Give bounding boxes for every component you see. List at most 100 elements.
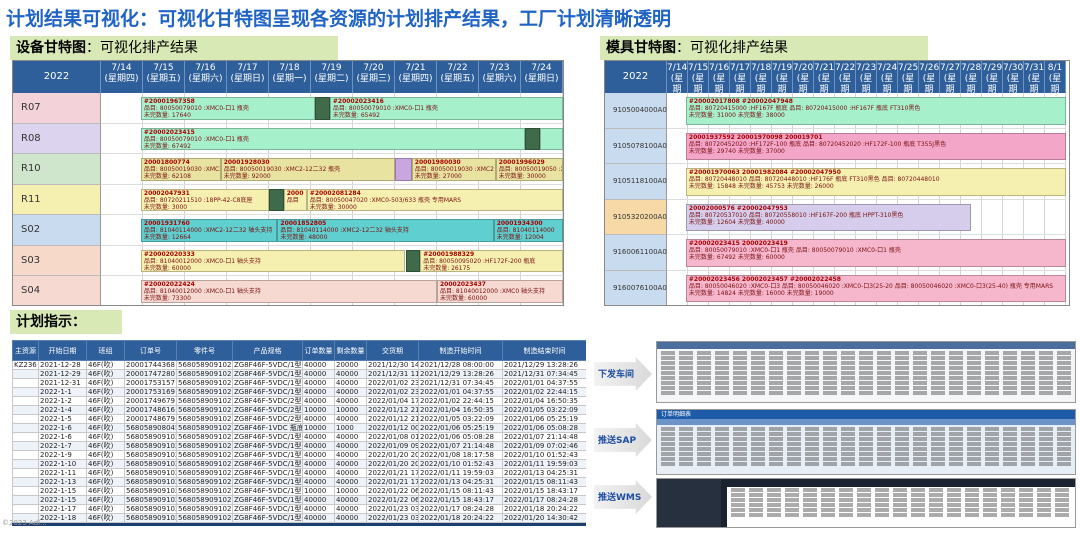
- equipment-gantt-task-bar[interactable]: #20002023415 品目: 80050079010 :XMC0-口1 瓶壳未…: [140, 127, 526, 150]
- mold-gantt-task-bar[interactable]: #20002023415 20002023419 品目: 80050079010 …: [685, 239, 1066, 267]
- screenshot-row-line: [661, 447, 1071, 451]
- equipment-gantt-task-bar-text: 未完数量: 27000: [414, 173, 462, 180]
- table-row[interactable]: 2022-1-5 46F(吹) 20001748679 568058909102 ZG8…: [12, 414, 586, 424]
- mold-gantt-task-bar[interactable]: #20002023456 20002023457 #20002022458 品目:…: [685, 274, 1066, 302]
- equipment-gantt-row-label[interactable]: R10: [13, 154, 101, 185]
- equipment-gantt-task-bar[interactable]: 2000 品目: [283, 188, 307, 211]
- equipment-gantt-task-bar[interactable]: [525, 127, 540, 150]
- mold-gantt-row-label[interactable]: 9160061100A0: [605, 235, 667, 271]
- equipment-gantt-row-label[interactable]: S04: [13, 276, 101, 305]
- equipment-gantt-task-bar[interactable]: [405, 249, 421, 272]
- equipment-gantt-task-bar[interactable]: 20001800774品目: 80050019030 :XMC2-12二32 瓶…: [140, 158, 221, 181]
- table-row[interactable]: 2022-1-1 46F(吹) 20001753169 568058909102 ZG8…: [12, 387, 586, 397]
- equipment-gantt-task-bar[interactable]: #20002023416 品目: 80050079010 :XMC0-口1 瓶壳未…: [329, 97, 563, 120]
- table-row[interactable]: 2022-1-646F(吹)568058908045-1568058909102…: [12, 423, 586, 433]
- table-row[interactable]: KZ236 2021-12-28 46F(吹) 20001744368 56805890…: [12, 360, 586, 370]
- equipment-gantt-task-bar[interactable]: [315, 97, 330, 120]
- table-cell: 2021-12-31: [38, 378, 87, 388]
- equipment-gantt-task-bar-text: 品目: 80050019030 :XMC2-12二32 瓶壳: [223, 166, 341, 173]
- equipment-gantt-task-bar[interactable]: [395, 158, 412, 181]
- mold-gantt-row-label[interactable]: 9105078100A0: [605, 128, 667, 164]
- table-cell: ZG8F46F-5VDC/1型: [232, 495, 303, 505]
- table-cell: 2022/01/15 18:43:17: [418, 495, 503, 505]
- table-row[interactable]: 2022-1-1146F(吹)568058909102-205680589091…: [12, 468, 586, 478]
- table-cell: 46F(吹): [86, 396, 125, 406]
- table-row[interactable]: 2022-1-646F(吹)568058909102-9568058909102…: [12, 432, 586, 442]
- equipment-gantt-task-bar[interactable]: [539, 127, 563, 150]
- instruction-column-header[interactable]: 剩余数量: [334, 340, 367, 361]
- equipment-gantt-task-bar[interactable]: #20001988329 品目: 80050095020 :HF172F-200 …: [420, 249, 563, 272]
- equipment-gantt-task-bar[interactable]: [269, 188, 284, 211]
- instruction-column-header[interactable]: 交货期: [366, 340, 419, 361]
- table-row[interactable]: 2022-1-4 46F(吹) 20001748616 568058909102 ZG8…: [12, 405, 586, 415]
- instruction-column-header[interactable]: 主资源: [12, 340, 39, 361]
- table-cell: [12, 468, 39, 478]
- equipment-gantt-task-bar[interactable]: 20001996029品目: 80050019050 :XMC2未完数量: 30…: [495, 158, 563, 181]
- equipment-gantt-task-bar[interactable]: #20002022424 品目: 81040012000 :XMC0-口1 轴头支…: [140, 280, 437, 303]
- table-cell: 2022/01/02 23:: [366, 378, 419, 388]
- table-cell: [12, 396, 39, 406]
- table-cell: 2022/01/23 03:: [366, 513, 419, 523]
- instruction-column-header[interactable]: 产品规格: [232, 340, 303, 361]
- equipment-gantt-row-label[interactable]: R08: [13, 123, 101, 154]
- instruction-column-header[interactable]: 制造结束时间: [502, 340, 586, 361]
- push-wms-arrow[interactable]: 推送WMS: [594, 480, 652, 514]
- instruction-column-header[interactable]: 班组: [86, 340, 125, 361]
- equipment-gantt-task-bar[interactable]: 20002047931 品目: 80720211510 :18PP-42-C8底座…: [140, 188, 269, 211]
- equipment-gantt-task-bar[interactable]: 20001934300 品目: 81040114000 未完数量: 12004: [493, 219, 563, 242]
- instruction-column-header[interactable]: 制造开始时间: [418, 340, 503, 361]
- table-cell: 568058909102-22: [124, 513, 177, 523]
- instruction-column-header[interactable]: 零件号: [176, 340, 233, 361]
- table-row[interactable]: 2022-1-2 46F(吹) 20001749679 568058909102 ZG8…: [12, 396, 586, 406]
- table-cell: 40000: [334, 477, 367, 487]
- equipment-gantt-task-bar-text: #20001988329: [423, 250, 475, 258]
- table-row[interactable]: 2022-1-1746F(吹)568058909102-225680589091…: [12, 504, 586, 514]
- equipment-gantt-task-bar[interactable]: #20001967358 品目: 80050079010 :XMC0-口1 瓶壳未…: [140, 97, 316, 120]
- equipment-gantt-task-bar[interactable]: 20001852805 品目: 81040114000 :XMC2-12二32 轴…: [277, 219, 494, 242]
- table-cell: 46F(吹): [86, 513, 125, 523]
- table-row[interactable]: 2022-1-746F(吹)568058909102-9568058909102…: [12, 441, 586, 451]
- mold-gantt-row-label[interactable]: 9105004000A0: [605, 93, 667, 129]
- table-row[interactable]: 2022-1-1546F(吹)568058909102-215680589091…: [12, 486, 586, 496]
- mold-gantt-chart[interactable]: 2022 7/14 (星期四)7/15 (星期五)7/16 (星期六)7/17 …: [604, 60, 1070, 306]
- equipment-gantt-row-label[interactable]: R11: [13, 184, 101, 215]
- mold-gantt-task-bar[interactable]: 20001937592 20001970098 200019701 品目: 80…: [685, 132, 1066, 160]
- equipment-gantt-task-bar[interactable]: 20002023437 品目: 81040012000 :XMC0 轴头支持 未完数…: [437, 280, 563, 303]
- table-row[interactable]: 2022-1-1046F(吹)568058909102-195680589091…: [12, 459, 586, 469]
- mold-gantt-row-label[interactable]: 9160076100A0: [605, 270, 667, 305]
- instruction-table[interactable]: 主资源 开始日期 班组 订单号 零件号 产品规格 订单数量 剩余数量 交货期 制造开始时间 制造结束…: [12, 340, 586, 526]
- table-row[interactable]: 2022-1-946F(吹)568058909102-1956805890910…: [12, 450, 586, 460]
- mold-gantt-task-bar[interactable]: 20002000576 #20002047953 品目: 80720537010 …: [685, 203, 972, 231]
- table-cell: ZG8F46F-5VDC/1型: [232, 513, 303, 523]
- equipment-gantt-row-label[interactable]: R07: [13, 93, 101, 124]
- screenshot-row-line: [661, 452, 1071, 456]
- instruction-column-header[interactable]: 开始日期: [38, 340, 87, 361]
- equipment-gantt-task-bar[interactable]: 20001928030 品目: 80050019030 :XMC2-12二32 瓶…: [220, 158, 395, 181]
- table-cell: 568058909102: [176, 414, 233, 424]
- equipment-gantt-task-bar[interactable]: 20001931760 品目: 81040114000 :XMC2-12二32 轴…: [140, 219, 278, 242]
- push-sap-arrow[interactable]: 推送SAP: [594, 423, 652, 457]
- table-row[interactable]: 2021-12-31 46F(吹) 20001753157 568058909102 Z…: [12, 378, 586, 388]
- table-row[interactable]: 2022-1-1346F(吹)568058909102-205680589091…: [12, 477, 586, 487]
- equipment-gantt-task-bar[interactable]: 20001980030 品目: 80050019030 :XMC2 未完数量: 27…: [411, 158, 496, 181]
- table-cell: 568058909102: [176, 432, 233, 442]
- equipment-gantt-chart[interactable]: 2022 7/14 (星期四) 7/15 (星期五) 7/16 (星期六) 7/17 …: [12, 60, 564, 306]
- mold-gantt-row-label[interactable]: 9105118100A0: [605, 164, 667, 200]
- equipment-gantt-task-bar[interactable]: #20002020333 品目: 81040012000 :XMC0-口1 轴头支…: [140, 249, 406, 272]
- push-workshop-arrow[interactable]: 下发车间: [594, 357, 652, 391]
- equipment-gantt-task-bar-text: 品目: [286, 196, 299, 204]
- equipment-gantt-row-label[interactable]: S03: [13, 245, 101, 276]
- mold-gantt-row-label[interactable]: 9105320200A0: [605, 199, 667, 235]
- table-row[interactable]: 2022-1-1546F(吹)568058909102-215680589091…: [12, 495, 586, 505]
- equipment-gantt-date-header: 7/14 (星期四): [101, 61, 143, 93]
- instruction-column-header[interactable]: 订单数量: [302, 340, 335, 361]
- table-row[interactable]: 2021-12-29 46F(吹) 20001747280 568058909102 Z…: [12, 369, 586, 379]
- equipment-gantt-row-label[interactable]: S02: [13, 215, 101, 246]
- table-row[interactable]: 2022-1-1846F(吹)568058909102-225680589091…: [12, 513, 586, 523]
- workshop-screenshot-rows: [657, 350, 1075, 396]
- instruction-column-header[interactable]: 订单号: [124, 340, 177, 361]
- equipment-gantt-task-bar[interactable]: #20002081284 品目: 80050047020 :XMC0-503/63…: [306, 188, 563, 211]
- mold-gantt-task-bar[interactable]: #20002017808 #20002047948 品目: 80720415000…: [685, 97, 1066, 125]
- mold-gantt-task-bar[interactable]: #20001970063 20001982084 #20002047950 品目:…: [685, 168, 1066, 196]
- table-cell: 40000: [334, 504, 367, 514]
